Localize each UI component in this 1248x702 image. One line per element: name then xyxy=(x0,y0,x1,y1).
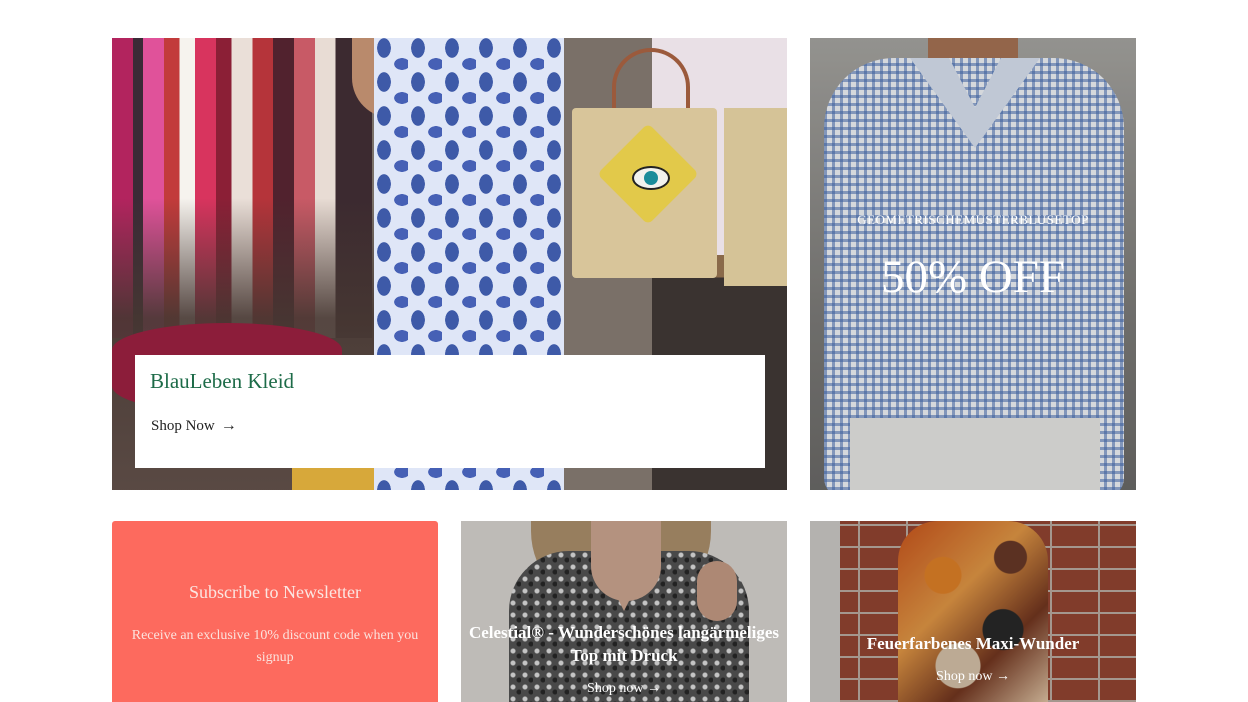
straw-bag-image-2 xyxy=(724,108,787,286)
arrow-right-icon: → xyxy=(646,681,661,696)
maxi-card-title: Feuerfarbenes Maxi-Wunder xyxy=(866,634,1080,653)
arrow-right-icon: → xyxy=(995,669,1010,684)
hero-caption-card: BlauLeben Kleid Shop Now → xyxy=(135,355,765,468)
maxi-shop-now-link[interactable]: Shop now → xyxy=(810,669,1136,685)
newsletter-text: Receive an exclusive 10% discount code w… xyxy=(131,628,419,665)
arrow-right-icon: → xyxy=(220,417,237,434)
newsletter-title: Subscribe to Newsletter xyxy=(189,582,361,602)
sequin-shop-now-link[interactable]: Shop now → xyxy=(461,681,787,697)
promo-subtitle: GEOMETRISCHEMUSTERBLUSETOP xyxy=(857,212,1089,227)
sequin-top-card[interactable]: Celestial® - Wunderschönes langärmeliges… xyxy=(461,521,787,702)
hero-banner[interactable]: BlauLeben Kleid Shop Now → xyxy=(112,38,787,490)
promo-headline: 50% OFF xyxy=(880,251,1066,303)
image-overlay xyxy=(461,521,787,702)
maxi-shop-now-label: Shop now xyxy=(936,669,993,684)
hero-shop-now-link[interactable]: Shop Now → xyxy=(151,417,237,435)
hero-title: BlauLeben Kleid xyxy=(150,369,295,393)
eye-patch-image xyxy=(632,166,670,190)
sequin-shop-now-label: Shop now xyxy=(587,681,644,696)
hero-shop-now-label: Shop Now xyxy=(151,418,215,434)
newsletter-card[interactable]: Subscribe to Newsletter Receive an exclu… xyxy=(112,521,438,702)
sequin-card-title: Celestial® - Wunderschönes langärmeliges… xyxy=(468,623,780,665)
maxi-dress-card[interactable]: Feuerfarbenes Maxi-Wunder Shop now → xyxy=(810,521,1136,702)
blouse-promo-banner[interactable]: GEOMETRISCHEMUSTERBLUSETOP 50% OFF xyxy=(810,38,1136,490)
